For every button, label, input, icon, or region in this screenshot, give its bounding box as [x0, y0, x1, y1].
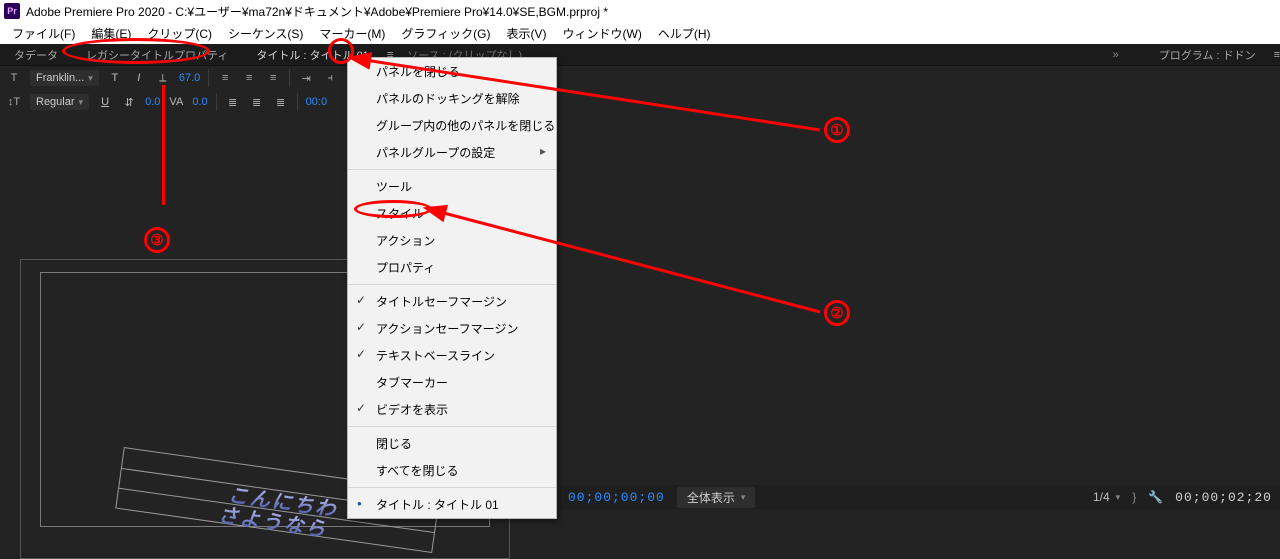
underline-icon[interactable]: U [97, 96, 113, 108]
menu-file[interactable]: ファイル(F) [6, 23, 81, 44]
distribute-icon[interactable]: ⫞ [322, 72, 338, 85]
menu-close-panel[interactable]: パネルを閉じる [348, 58, 556, 85]
overflow-chevron-icon[interactable]: » [1113, 49, 1119, 61]
menu-action-safe-margin[interactable]: アクションセーフマージン [348, 315, 556, 342]
menu-edit[interactable]: 編集(E) [85, 23, 137, 44]
font-size-value[interactable]: 67.0 [179, 72, 200, 84]
menu-show-video[interactable]: ビデオを表示 [348, 396, 556, 423]
font-style-dropdown[interactable]: Regular [30, 94, 89, 110]
settings-wrench-icon[interactable]: 🔧 [1148, 490, 1163, 504]
tracking-value[interactable]: 00:0 [306, 96, 327, 108]
zoom-fit-dropdown[interactable]: 全体表示 [677, 487, 756, 508]
annotation-number-2: ② [824, 300, 850, 326]
leading-icon: ⇵ [121, 96, 137, 109]
menu-marker[interactable]: マーカー(M) [313, 23, 391, 44]
tab-legacy-title-properties[interactable]: レガシータイトルプロパティ [72, 44, 242, 66]
timecode-current[interactable]: 00;00;00;00 [568, 490, 665, 505]
italic-icon[interactable]: I [131, 72, 147, 84]
title-toolbar: T Franklin... T I ⟂ 67.0 ≡ ≡ ≡ ⇥ ⫞ ⎵ ↕T … [0, 66, 1280, 114]
window-title: Adobe Premiere Pro 2020 - C:¥ユーザー¥ma72n¥… [26, 3, 608, 20]
program-panel-menu-icon[interactable]: ≡ [1274, 49, 1280, 61]
annotation-number-1: ① [824, 117, 850, 143]
type-tool-icon[interactable]: T [107, 72, 123, 84]
align-middle-icon[interactable]: ≣ [249, 96, 265, 109]
align-bottom-icon[interactable]: ≣ [273, 96, 289, 109]
kerning-icon: VA [168, 96, 184, 108]
text-tool-icon[interactable]: T [6, 72, 22, 84]
tab-metadata[interactable]: タデータ [0, 44, 72, 66]
menu-panel-group-settings[interactable]: パネルグループの設定 [348, 139, 556, 166]
menu-help[interactable]: ヘルプ(H) [652, 23, 717, 44]
font-size-icon: ⟂ [155, 72, 171, 85]
tab-icon[interactable]: ⇥ [298, 72, 314, 85]
menu-text-baseline[interactable]: テキストベースライン [348, 342, 556, 369]
window-titlebar: Pr Adobe Premiere Pro 2020 - C:¥ユーザー¥ma7… [0, 0, 1280, 22]
panel-context-menu: パネルを閉じる パネルのドッキングを解除 グループ内の他のパネルを閉じる パネル… [347, 57, 557, 519]
tab-program[interactable]: プログラム : ドドン [1145, 44, 1270, 66]
menu-view[interactable]: 表示(V) [501, 23, 553, 44]
menu-action[interactable]: アクション [348, 227, 556, 254]
menu-style[interactable]: スタイル [348, 200, 556, 227]
menu-graphic[interactable]: グラフィック(G) [395, 23, 496, 44]
menu-title-safe-margin[interactable]: タイトルセーフマージン [348, 288, 556, 315]
panel-tab-row: タデータ レガシータイトルプロパティ タイトル : タイトル 01 ≡ ソース … [0, 44, 1280, 66]
align-center-icon[interactable]: ≡ [241, 72, 257, 84]
menu-close-all[interactable]: すべてを閉じる [348, 457, 556, 484]
menu-property[interactable]: プロパティ [348, 254, 556, 281]
align-left-icon[interactable]: ≡ [217, 72, 233, 84]
program-time-bar: 00;00;00;00 全体表示 1/4 } 🔧 00;00;02;20 [560, 485, 1280, 509]
resolution-dropdown[interactable]: 1/4 [1093, 490, 1120, 504]
annotation-number-3: ③ [144, 227, 170, 253]
timecode-duration: 00;00;02;20 [1175, 490, 1272, 505]
menu-undock-panel[interactable]: パネルのドッキングを解除 [348, 85, 556, 112]
annotation-line-3 [162, 85, 165, 205]
menu-close-other-panels[interactable]: グループ内の他のパネルを閉じる [348, 112, 556, 139]
vertical-text-icon[interactable]: ↕T [6, 96, 22, 108]
menu-close[interactable]: 閉じる [348, 430, 556, 457]
menu-tab-marker[interactable]: タブマーカー [348, 369, 556, 396]
menu-clip[interactable]: クリップ(C) [141, 23, 218, 44]
align-top-icon[interactable]: ≣ [225, 96, 241, 109]
menu-current-title[interactable]: タイトル : タイトル 01 [348, 491, 556, 518]
menu-sequence[interactable]: シーケンス(S) [222, 23, 309, 44]
menu-tool[interactable]: ツール [348, 173, 556, 200]
menubar: ファイル(F) 編集(E) クリップ(C) シーケンス(S) マーカー(M) グ… [0, 22, 1280, 44]
leading-value[interactable]: 0.0 [145, 96, 160, 108]
menu-window[interactable]: ウィンドウ(W) [557, 23, 648, 44]
align-right-icon[interactable]: ≡ [265, 72, 281, 84]
app-icon: Pr [4, 3, 20, 19]
font-family-dropdown[interactable]: Franklin... [30, 70, 99, 86]
kerning-value[interactable]: 0.0 [192, 96, 207, 108]
markers-icon[interactable]: } [1132, 490, 1136, 504]
